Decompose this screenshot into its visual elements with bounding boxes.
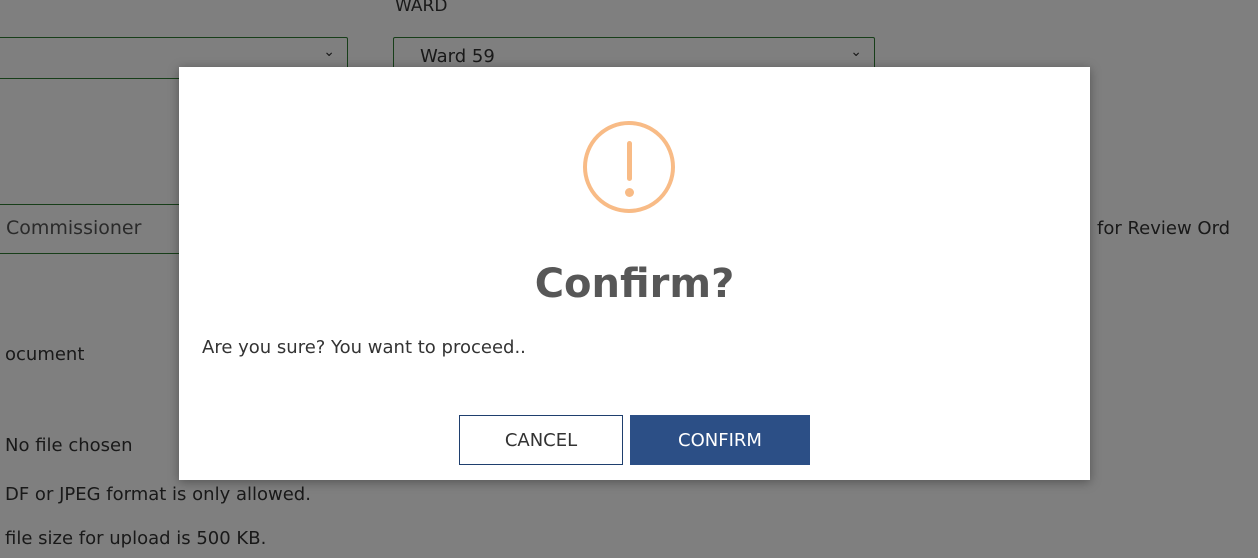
dialog-message: Are you sure? You want to proceed.. [202, 337, 526, 358]
exclamation-bar [627, 141, 632, 181]
dialog-title: Confirm? [534, 261, 735, 307]
confirm-button[interactable]: CONFIRM [630, 415, 810, 465]
exclamation-dot [625, 188, 634, 197]
warning-exclamation-icon [583, 121, 675, 213]
confirm-dialog: Confirm? Are you sure? You want to proce… [179, 67, 1090, 480]
cancel-button[interactable]: CANCEL [459, 415, 623, 465]
